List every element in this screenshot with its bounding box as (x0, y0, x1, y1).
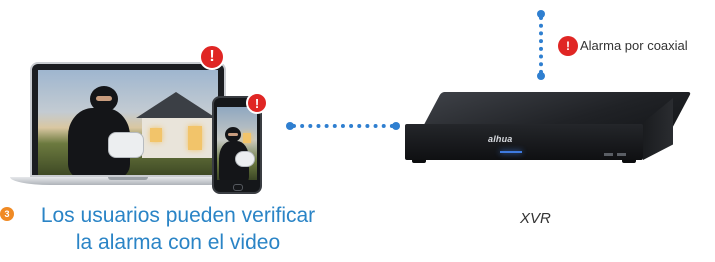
step-caption: Los usuarios pueden verificar la alarma … (18, 202, 338, 256)
connector-end-dot (537, 10, 545, 18)
status-led (500, 151, 522, 153)
alert-icon: ! (199, 44, 225, 70)
connector-end-dot (286, 122, 294, 130)
alert-icon: ! (246, 92, 268, 114)
usb-port (604, 153, 613, 156)
phone-home-button (233, 184, 243, 191)
connector-end-dot (537, 72, 545, 80)
step-caption-line2: la alarma con el video (75, 231, 281, 254)
phone-video-frame (217, 107, 257, 180)
house (142, 118, 212, 158)
step-caption-line1: Los usuarios pueden verificar (40, 204, 316, 227)
usb-port (617, 153, 626, 156)
laptop-video-frame (38, 70, 218, 175)
xvr-foot (412, 160, 426, 163)
alert-icon: ! (558, 36, 578, 56)
alarm-label: Alarma por coaxial (580, 38, 688, 53)
laptop-screen (30, 62, 226, 177)
device-label: XVR (520, 210, 551, 227)
connector-line-horizontal (292, 124, 394, 128)
connector-end-dot (392, 122, 400, 130)
step-number-badge: 3 (0, 207, 14, 221)
house-roof (136, 92, 216, 118)
connector-line-vertical (539, 16, 543, 74)
brand-logo: alhua (488, 134, 513, 144)
xvr-foot (622, 160, 636, 163)
stolen-item (108, 132, 144, 158)
laptop-notch (108, 177, 148, 180)
